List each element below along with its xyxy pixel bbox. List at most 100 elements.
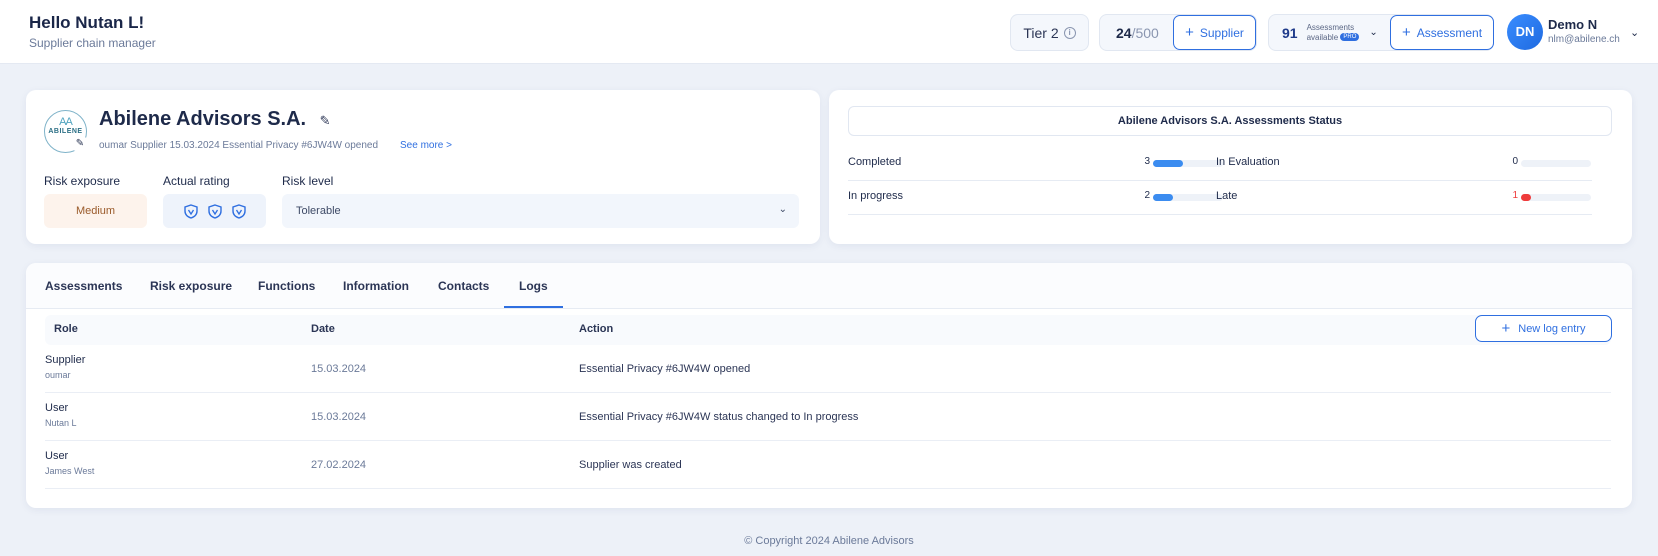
shield-icon xyxy=(207,203,222,219)
row-date: 15.03.2024 xyxy=(311,411,367,423)
supplier-counter: 24/500 + Supplier xyxy=(1099,14,1257,51)
status-count: 0 xyxy=(1512,156,1518,167)
logo-mark: AA xyxy=(59,116,73,128)
user-info[interactable]: Demo N nlm@abilene.ch xyxy=(1548,17,1620,45)
row-user: James West xyxy=(45,466,95,476)
status-row-in-progress: In progress 2 xyxy=(848,182,1224,215)
shield-icon xyxy=(231,203,246,219)
column-action: Action xyxy=(579,323,614,335)
rating-shields xyxy=(163,194,266,228)
plus-icon: + xyxy=(1401,24,1411,41)
status-row-in-evaluation: In Evaluation 0 xyxy=(1216,148,1592,181)
supplier-name: Abilene Advisors S.A. xyxy=(99,108,307,130)
edit-name-icon[interactable]: ✎ xyxy=(320,113,331,128)
add-assessment-button[interactable]: + Assessment xyxy=(1390,15,1494,50)
user-menu-chevron-icon[interactable]: ⌄ xyxy=(1630,26,1639,39)
plus-icon: + xyxy=(1185,24,1194,41)
status-label: Completed xyxy=(848,156,902,168)
status-count: 3 xyxy=(1144,156,1150,167)
status-count: 2 xyxy=(1144,190,1150,201)
plus-icon: + xyxy=(1501,320,1511,337)
supplier-name-row: Abilene Advisors S.A. ✎ xyxy=(99,108,331,131)
row-role: User xyxy=(45,450,69,462)
table-header xyxy=(45,315,1611,345)
new-log-entry-button[interactable]: + New log entry xyxy=(1475,315,1612,342)
tier-label: Tier 2 xyxy=(1023,24,1059,41)
available-text: available xyxy=(1306,32,1339,42)
status-progress-fill xyxy=(1521,194,1531,201)
status-row-completed: Completed 3 xyxy=(848,148,1224,181)
actual-rating-label: Actual rating xyxy=(163,174,230,188)
column-date: Date xyxy=(311,323,335,335)
user-name: Demo N xyxy=(1548,17,1598,32)
assessments-count: 91 xyxy=(1282,24,1298,41)
status-progress-fill xyxy=(1153,194,1174,201)
chevron-down-icon: ⌄ xyxy=(778,204,787,215)
table-row: User James West 27.02.2024 Supplier was … xyxy=(45,441,1611,489)
row-date: 15.03.2024 xyxy=(311,363,367,375)
tab-logs[interactable]: Logs xyxy=(504,279,563,308)
row-date: 27.02.2024 xyxy=(311,459,367,471)
table-row: User Nutan L 15.03.2024 Essential Privac… xyxy=(45,393,1611,441)
pro-badge: PRO xyxy=(1340,33,1360,42)
avatar[interactable]: DN xyxy=(1507,14,1543,50)
row-user: Nutan L xyxy=(45,418,77,428)
row-role: User xyxy=(45,402,69,414)
assessments-available: Assessments available PRO xyxy=(1307,23,1360,43)
add-supplier-button[interactable]: + Supplier xyxy=(1173,15,1256,50)
status-row-late: Late 1 xyxy=(1216,182,1592,215)
status-progress-track xyxy=(1153,194,1223,201)
row-role: Supplier xyxy=(45,354,86,366)
shield-icon xyxy=(183,203,198,219)
assessments-counter: 91 Assessments available PRO ⌄ + Assessm… xyxy=(1268,14,1494,51)
tab-risk-exposure[interactable]: Risk exposure xyxy=(150,279,232,293)
row-action: Supplier was created xyxy=(579,459,682,471)
tab-bar: Assessments Risk exposure Functions Info… xyxy=(26,263,1632,309)
tab-functions[interactable]: Functions xyxy=(258,279,315,293)
greeting-title: Hello Nutan L! xyxy=(29,13,145,32)
table-row: Supplier oumar 15.03.2024 Essential Priv… xyxy=(45,345,1611,393)
supplier-card: AA ABILENE ✎ Abilene Advisors S.A. ✎ oum… xyxy=(26,90,820,244)
status-progress-track xyxy=(1521,194,1591,201)
assessments-status-card: Abilene Advisors S.A. Assessments Status… xyxy=(829,90,1632,244)
new-log-entry-label: New log entry xyxy=(1518,322,1586,335)
supplier-count: 24 xyxy=(1116,24,1132,41)
risk-level-select[interactable]: Tolerable ⌄ xyxy=(282,194,799,228)
risk-level-value: Tolerable xyxy=(296,205,341,217)
greeting-block: Hello Nutan L! Supplier chain manager xyxy=(29,13,156,50)
add-assessment-label: Assessment xyxy=(1416,25,1483,40)
user-email: nlm@abilene.ch xyxy=(1548,34,1620,45)
footer-copyright: © Copyright 2024 Abilene Advisors xyxy=(744,535,914,547)
status-label: Late xyxy=(1216,190,1238,202)
tab-contacts[interactable]: Contacts xyxy=(438,279,489,293)
see-more-link[interactable]: See more > xyxy=(400,140,452,151)
add-supplier-label: Supplier xyxy=(1199,25,1244,40)
user-role: Supplier chain manager xyxy=(29,36,156,50)
chevron-down-icon[interactable]: ⌄ xyxy=(1369,27,1377,38)
edit-logo-icon[interactable]: ✎ xyxy=(73,137,87,151)
top-bar: Hello Nutan L! Supplier chain manager Ti… xyxy=(0,0,1658,64)
tier-badge[interactable]: Tier 2 i xyxy=(1010,14,1089,51)
tab-information[interactable]: Information xyxy=(343,279,409,293)
column-role: Role xyxy=(54,323,78,335)
risk-level-label: Risk level xyxy=(282,174,334,188)
row-user: oumar xyxy=(45,370,71,380)
status-label: In Evaluation xyxy=(1216,156,1280,168)
row-action: Essential Privacy #6JW4W status changed … xyxy=(579,411,859,423)
risk-exposure-label: Risk exposure xyxy=(44,174,121,188)
risk-exposure-value: Medium xyxy=(44,194,147,228)
status-title: Abilene Advisors S.A. Assessments Status xyxy=(848,106,1612,136)
info-icon[interactable]: i xyxy=(1063,26,1076,39)
supplier-meta: oumar Supplier 15.03.2024 Essential Priv… xyxy=(99,140,379,151)
details-card: Assessments Risk exposure Functions Info… xyxy=(26,263,1632,508)
tab-assessments[interactable]: Assessments xyxy=(45,279,122,293)
status-label: In progress xyxy=(848,190,904,202)
status-progress-track xyxy=(1153,160,1223,167)
status-count: 1 xyxy=(1512,190,1518,201)
status-progress-track xyxy=(1521,160,1591,167)
supplier-total: /500 xyxy=(1131,24,1159,41)
logo-text: ABILENE xyxy=(48,128,83,135)
assessments-text: Assessments xyxy=(1306,22,1355,32)
status-progress-fill xyxy=(1153,160,1184,167)
row-action: Essential Privacy #6JW4W opened xyxy=(579,363,751,375)
